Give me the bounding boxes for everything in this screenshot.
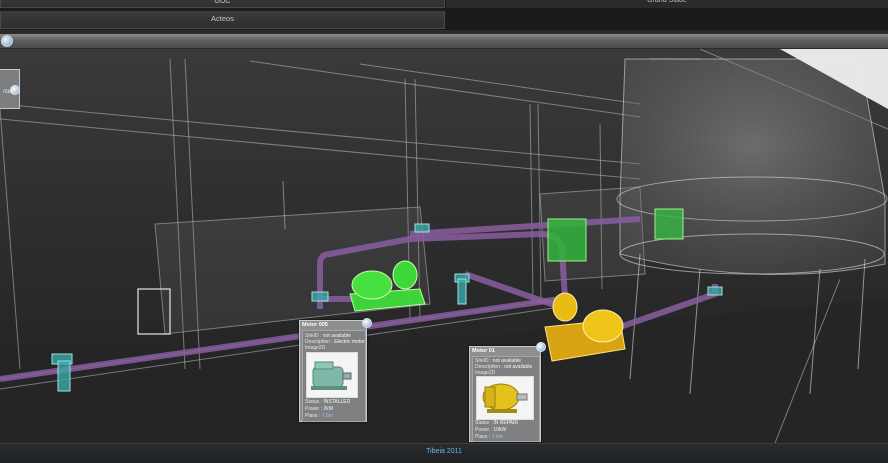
plant-3d-scene [0, 49, 888, 443]
tab-goc[interactable]: GOC [0, 0, 445, 8]
info-card-motor-005[interactable]: Motor 005 SiteID : not available Descrip… [299, 318, 372, 422]
field-label: Power [475, 427, 490, 433]
field-value: Electric motor [334, 339, 365, 345]
motor-image-icon [311, 361, 352, 390]
info-card-partial-text: /Stat [3, 89, 14, 95]
footer-bar: Tibeia 2011 [0, 443, 888, 463]
top-tab-bar: GOC Grand Stade Acteos [0, 0, 888, 30]
field-label: Power [305, 406, 320, 412]
motor-photo [306, 352, 358, 398]
tab-grand-stade[interactable]: Grand Stade [446, 0, 888, 8]
pin-icon[interactable] [362, 318, 372, 328]
toolbar [0, 34, 888, 49]
field-label: Image2D [305, 345, 326, 351]
status-value: IN REPAIR [493, 420, 518, 426]
pin-icon[interactable] [536, 342, 546, 352]
status-value: INSTALLED [323, 399, 351, 405]
field-value: not available [504, 364, 533, 370]
info-icon[interactable] [1, 35, 13, 47]
card-body: SiteID : not available Description : not… [472, 356, 540, 442]
motor-image-icon [482, 383, 528, 413]
motor-photo [476, 376, 534, 420]
plans-link[interactable]: 7.6m [322, 413, 333, 419]
field-label: Status [305, 399, 320, 405]
power-value: 10kW [493, 427, 507, 433]
card-body: SiteID : not available Description : Ele… [302, 330, 366, 422]
plans-link[interactable]: 7.6m [492, 434, 503, 440]
info-card-partial[interactable]: /Stat [0, 69, 20, 109]
card-title: Motor 005 [302, 322, 328, 328]
tab-acteos[interactable]: Acteos [0, 11, 445, 29]
3d-viewport[interactable]: /Stat [0, 49, 888, 443]
field-label: Plans [475, 434, 488, 440]
footer-text: Tibeia 2011 [426, 448, 462, 455]
card-title: Motor 01 [472, 348, 495, 354]
info-card-motor-01[interactable]: Motor 01 SiteID : not available Descript… [469, 342, 546, 442]
field-label: Plans [305, 413, 318, 419]
power-value: 2kW [323, 406, 334, 412]
field-label: Status [475, 420, 490, 426]
